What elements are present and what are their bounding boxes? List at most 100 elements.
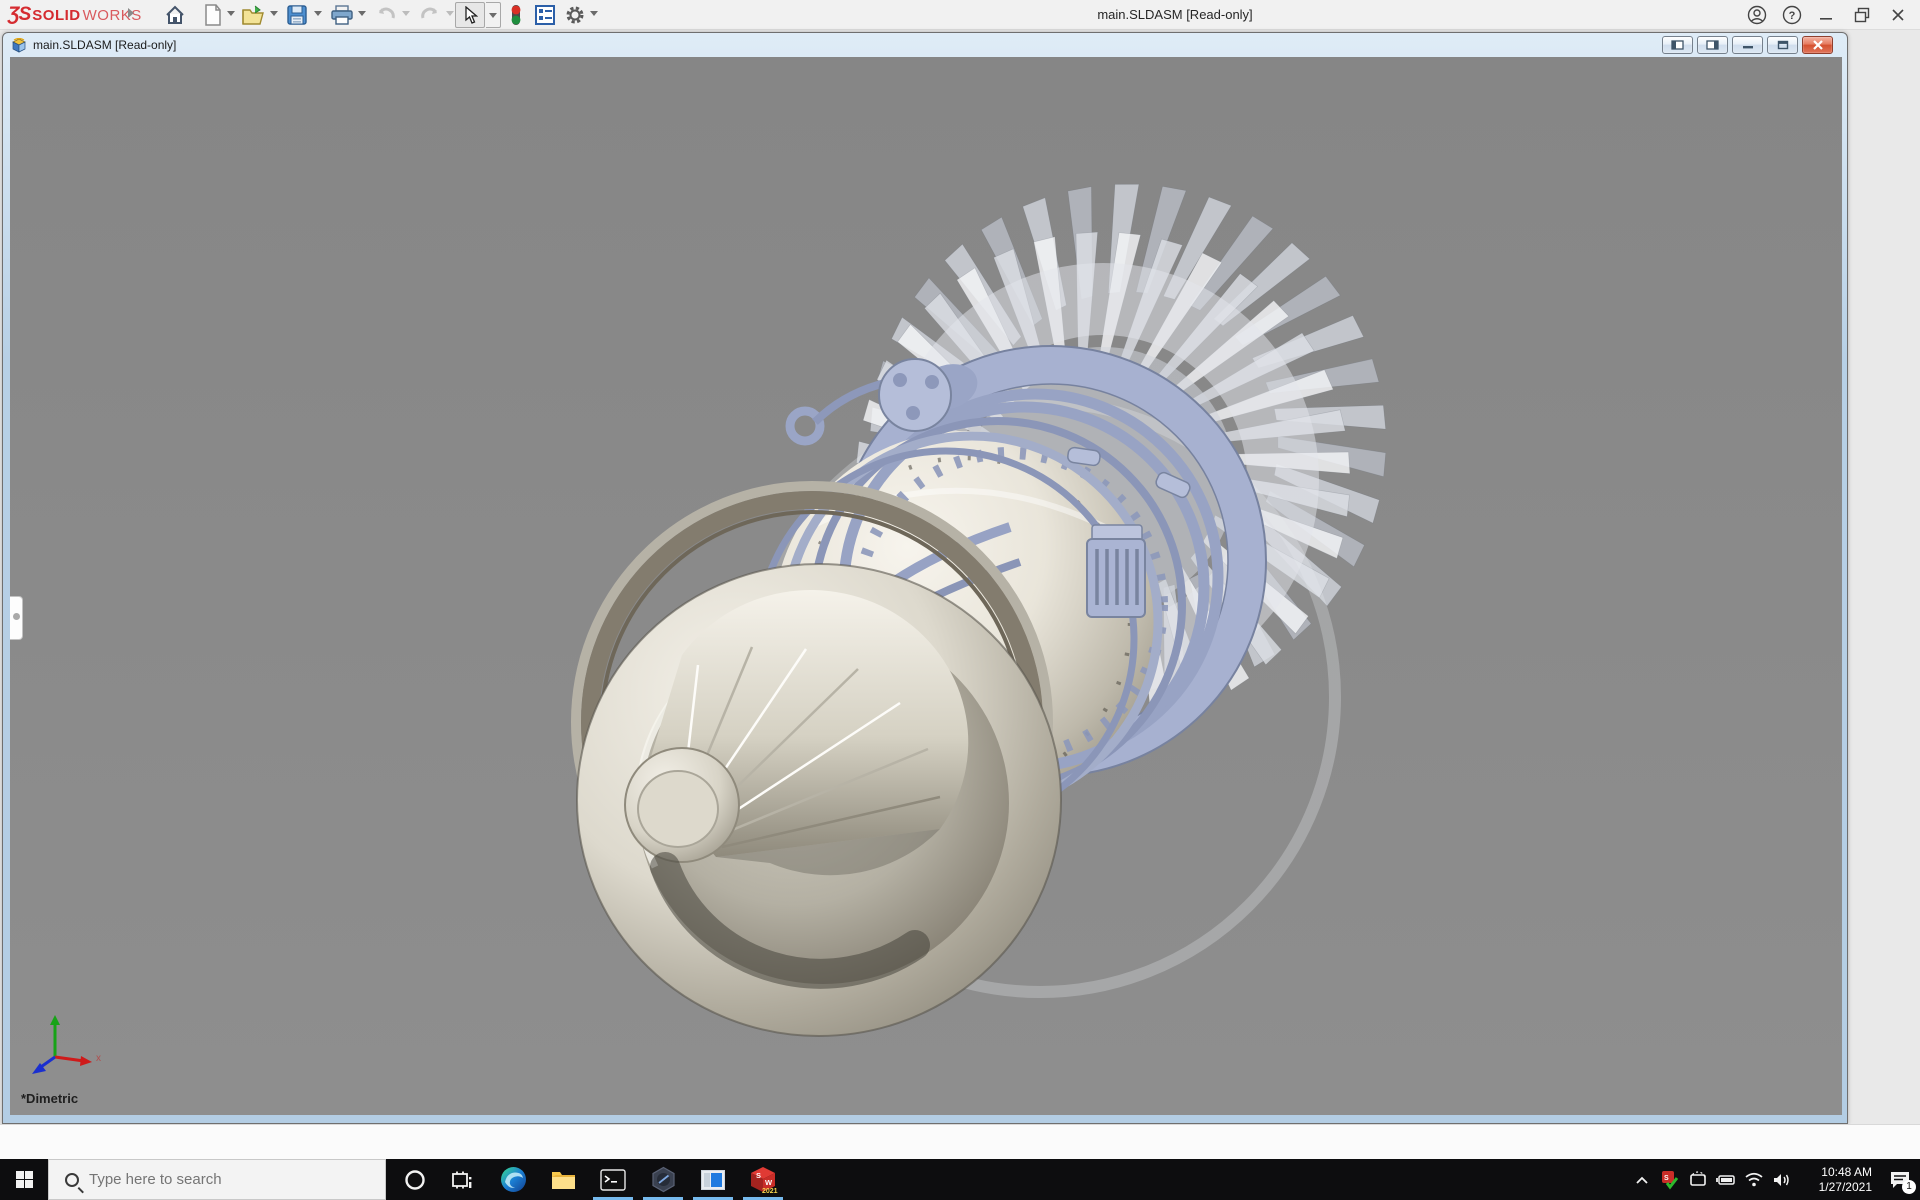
svg-text:S: S	[756, 1171, 761, 1180]
file-explorer-icon	[551, 1171, 575, 1189]
pane-right-icon	[1706, 40, 1719, 50]
user-account-icon	[1747, 5, 1767, 25]
save-dropdown[interactable]	[314, 11, 322, 16]
command-prompt-button[interactable]	[591, 1159, 635, 1200]
solidworks-app-icon: S W 2021	[751, 1166, 778, 1195]
options-button[interactable]	[563, 3, 587, 27]
clock-date: 1/27/2021	[1818, 1179, 1872, 1194]
close-icon	[1892, 9, 1904, 21]
doc-close-icon	[1812, 40, 1823, 50]
taskbar-clock[interactable]: 10:48 AM 1/27/2021	[1802, 1165, 1872, 1195]
select-tool-dropdown[interactable]	[486, 2, 501, 28]
select-tool-button[interactable]	[455, 2, 485, 28]
pane-left-icon	[1671, 40, 1684, 50]
svg-text:S: S	[1664, 1175, 1669, 1182]
doc-close-button[interactable]	[1802, 36, 1833, 54]
engine-model	[571, 183, 1387, 1037]
open-dropdown[interactable]	[270, 11, 278, 16]
print-icon	[331, 5, 353, 25]
volume-icon	[1774, 1173, 1789, 1186]
redo-dropdown	[446, 11, 454, 16]
battery-icon	[1716, 1174, 1735, 1185]
home-button[interactable]	[163, 3, 187, 27]
task-view-icon	[452, 1171, 472, 1188]
fitting-bolt-1	[893, 373, 907, 387]
brand-glyph: ƷS	[8, 4, 31, 25]
notification-badge: 1	[1902, 1180, 1916, 1194]
display-icon	[1690, 1170, 1706, 1186]
document-titlebar[interactable]: main.SLDASM [Read-only]	[3, 33, 1847, 57]
tray-battery-button[interactable]	[1712, 1159, 1740, 1200]
taskbar: S W 2021 S 10:48 AM 1/27/2021	[0, 1159, 1920, 1200]
doc-restore-icon	[1777, 40, 1788, 50]
new-document-button[interactable]	[201, 3, 225, 27]
new-document-dropdown[interactable]	[227, 11, 235, 16]
window-app-button[interactable]	[691, 1159, 735, 1200]
search-icon	[65, 1172, 79, 1187]
start-button[interactable]	[0, 1159, 48, 1200]
help-icon: ?	[1782, 5, 1802, 25]
lifting-eyelet	[785, 406, 825, 446]
tray-expand-button[interactable]	[1628, 1159, 1656, 1200]
gear-icon	[566, 6, 584, 24]
restore-button[interactable]	[1848, 3, 1876, 27]
svg-text:W: W	[765, 1178, 773, 1187]
undo-button[interactable]	[374, 3, 398, 27]
tray-wifi-button[interactable]	[1740, 1159, 1768, 1200]
featuremanager-tab-dot	[13, 613, 20, 620]
home-icon	[166, 5, 184, 24]
options-dropdown[interactable]	[590, 11, 598, 16]
cortana-button[interactable]	[393, 1159, 437, 1200]
tray-display-button[interactable]	[1684, 1159, 1712, 1200]
open-button[interactable]	[241, 3, 265, 27]
system-tray: S 10:48 AM 1/27/2021 1	[1628, 1159, 1920, 1200]
solidworks-year-label: 2021	[762, 1188, 778, 1195]
document-title: main.SLDASM [Read-only]	[33, 38, 177, 52]
fitting-bolt-3	[906, 406, 920, 420]
properties-form-button[interactable]	[533, 3, 557, 27]
restore-icon	[1854, 7, 1870, 23]
solidworks-app-button[interactable]: S W 2021	[741, 1159, 785, 1200]
print-button[interactable]	[330, 3, 354, 27]
pane-left-button[interactable]	[1662, 36, 1693, 54]
solidworks-check-icon: S	[1662, 1170, 1679, 1189]
select-cursor-icon	[465, 6, 478, 24]
fitting-flange	[878, 358, 952, 432]
hexagon-app-icon	[651, 1166, 675, 1193]
edge-browser-button[interactable]	[491, 1159, 535, 1200]
search-input[interactable]	[89, 1171, 359, 1188]
save-button[interactable]	[285, 3, 309, 27]
solidworks-logo: ƷS SOLID WORKS	[8, 4, 142, 26]
minimize-button[interactable]	[1812, 3, 1840, 27]
form-list-icon	[535, 5, 555, 25]
window-app-icon	[701, 1169, 725, 1190]
help-button[interactable]: ?	[1778, 3, 1806, 27]
doc-minimize-button[interactable]	[1732, 36, 1763, 54]
apex-face	[637, 770, 719, 848]
reference-triad: x	[32, 1015, 101, 1074]
doc-restore-button[interactable]	[1767, 36, 1798, 54]
menu-expand-arrow-icon[interactable]	[128, 8, 134, 18]
action-center-button[interactable]: 1	[1880, 1159, 1920, 1200]
task-view-button[interactable]	[440, 1159, 484, 1200]
svg-text:?: ?	[1789, 10, 1796, 22]
taskbar-search[interactable]	[48, 1159, 386, 1200]
cortana-icon	[405, 1169, 425, 1190]
chevron-up-icon	[1636, 1176, 1648, 1184]
save-icon	[287, 5, 307, 25]
account-button[interactable]	[1743, 3, 1771, 27]
close-button[interactable]	[1884, 3, 1912, 27]
document-window: main.SLDASM [Read-only] x *Dimetric	[2, 32, 1848, 1124]
file-explorer-button[interactable]	[541, 1159, 585, 1200]
pane-right-button[interactable]	[1697, 36, 1728, 54]
tray-volume-button[interactable]	[1768, 1159, 1796, 1200]
graphics-viewport[interactable]: x *Dimetric	[10, 57, 1842, 1115]
rebuild-stoplight-button[interactable]	[504, 3, 528, 27]
print-dropdown[interactable]	[358, 11, 366, 16]
featuremanager-collapsed-tab[interactable]	[10, 596, 23, 640]
hexagon-app-button[interactable]	[641, 1159, 685, 1200]
brand-name-bold: SOLID	[32, 6, 81, 24]
tray-solidworks-status[interactable]: S	[1656, 1159, 1684, 1200]
triad-x-label: x	[96, 1053, 101, 1064]
redo-button[interactable]	[418, 3, 442, 27]
